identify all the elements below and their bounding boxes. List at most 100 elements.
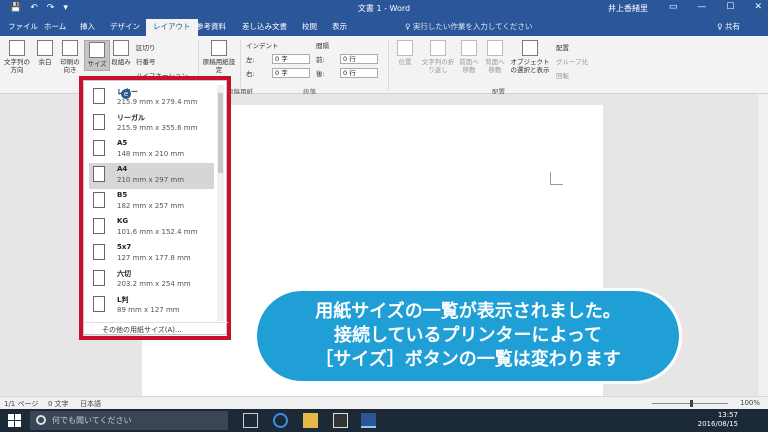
paper-size-item[interactable]: B5 182 mm x 257 mm bbox=[89, 189, 214, 215]
paper-size-item[interactable]: 六切 203.2 mm x 254 mm bbox=[89, 267, 214, 293]
vertical-scrollbar[interactable] bbox=[758, 94, 768, 396]
paper-size-item[interactable]: リーガル 215.9 mm x 355.6 mm bbox=[89, 111, 214, 137]
paper-size-dimensions: 101.6 mm x 152.4 mm bbox=[117, 228, 198, 236]
indent-label: インデント bbox=[246, 42, 279, 50]
edge-browser-icon[interactable] bbox=[273, 413, 288, 428]
ribbon-separator bbox=[240, 40, 241, 90]
paper-size-dimensions: 215.9 mm x 279.4 mm bbox=[117, 98, 198, 106]
columns-button[interactable]: 段組み bbox=[110, 40, 132, 66]
paper-size-item[interactable]: 5x7 127 mm x 177.8 mm bbox=[89, 241, 214, 267]
group-button[interactable]: グループ化 bbox=[556, 56, 588, 66]
paper-size-item[interactable]: KG 101.6 mm x 152.4 mm bbox=[89, 215, 214, 241]
word-app-icon[interactable] bbox=[361, 413, 376, 428]
tell-me-box[interactable]: ♀ 実行したい作業を入力してください bbox=[405, 21, 532, 32]
paper-icon bbox=[93, 244, 105, 260]
indent-right-field[interactable]: 0 字 bbox=[272, 68, 310, 78]
paper-size-dimensions: 182 mm x 257 mm bbox=[117, 202, 185, 210]
page-size-icon bbox=[89, 42, 105, 58]
tab-references[interactable]: 参考資料 bbox=[196, 21, 226, 32]
text-direction-button[interactable]: 文字列の方向 bbox=[3, 40, 31, 74]
paper-size-dimensions: 215.9 mm x 355.6 mm bbox=[117, 124, 198, 132]
tab-home[interactable]: ホーム bbox=[44, 21, 66, 32]
paper-icon bbox=[93, 192, 105, 208]
indent-right-label: 右: bbox=[246, 70, 255, 78]
callout-line-1: 用紙サイズの一覧が表示されました。 bbox=[315, 301, 621, 322]
cortana-icon bbox=[36, 415, 46, 425]
margins-button[interactable]: 余白 bbox=[34, 40, 56, 66]
tab-insert[interactable]: 挿入 bbox=[80, 21, 95, 32]
position-button[interactable]: 位置 bbox=[394, 40, 416, 66]
wrap-text-icon bbox=[430, 40, 446, 56]
selection-pane-button[interactable]: オブジェクトの選択と表示 bbox=[508, 40, 552, 74]
align-button[interactable]: 配置 bbox=[556, 42, 569, 52]
ribbon-display-options-icon[interactable]: ▭ bbox=[669, 2, 678, 12]
indent-left-field[interactable]: 0 字 bbox=[272, 54, 310, 64]
paper-size-name: 六切 bbox=[117, 270, 131, 278]
line-numbers-button[interactable]: 行番号 bbox=[136, 56, 156, 66]
space-before-field[interactable]: 0 行 bbox=[340, 54, 378, 64]
taskbar-search-box[interactable]: 何でも聞いてください bbox=[30, 411, 228, 430]
language-indicator[interactable]: 日本語 bbox=[80, 399, 101, 409]
system-clock[interactable]: 13:57 2016/08/15 bbox=[698, 411, 738, 429]
paper-size-dimensions: 148 mm x 210 mm bbox=[117, 150, 185, 158]
paper-icon bbox=[93, 296, 105, 312]
tab-mailings[interactable]: 差し込み文書 bbox=[242, 21, 287, 32]
tab-layout[interactable]: レイアウト bbox=[146, 19, 198, 36]
breaks-button[interactable]: 区切り bbox=[136, 42, 156, 52]
close-button[interactable]: ✕ bbox=[754, 2, 762, 12]
paper-icon bbox=[93, 270, 105, 286]
page-count[interactable]: 1/1 ページ bbox=[4, 399, 38, 409]
title-bar: 💾 ↶ ↷ ▾ 文書 1 - Word 井上香緒里 ▭ — ☐ ✕ bbox=[0, 0, 768, 17]
paper-icon bbox=[93, 140, 105, 156]
spacing-label: 間隔 bbox=[316, 42, 329, 50]
space-after-label: 後: bbox=[316, 70, 325, 78]
more-paper-sizes-link[interactable]: その他の用紙サイズ(A)... bbox=[84, 322, 228, 334]
paper-size-name: A5 bbox=[117, 139, 128, 147]
maximize-button[interactable]: ☐ bbox=[726, 2, 734, 12]
bring-forward-button[interactable]: 前面へ移動 bbox=[458, 40, 480, 74]
paper-size-dimensions: 210 mm x 297 mm bbox=[117, 176, 185, 184]
share-button[interactable]: ♀ 共有 bbox=[717, 21, 740, 32]
size-button[interactable]: サイズ bbox=[84, 40, 110, 71]
rotate-button[interactable]: 回転 bbox=[556, 70, 569, 80]
file-explorer-icon[interactable] bbox=[303, 413, 318, 428]
tab-design[interactable]: デザイン bbox=[110, 21, 140, 32]
paper-size-name: L判 bbox=[117, 296, 129, 304]
paper-size-name: A4 bbox=[117, 165, 128, 173]
windows-start-icon[interactable] bbox=[8, 414, 21, 427]
send-backward-button[interactable]: 背面へ移動 bbox=[484, 40, 506, 74]
paper-size-item[interactable]: レター215.9 mm x 279.4 mm bbox=[89, 85, 214, 111]
margin-corner-mark bbox=[550, 172, 563, 185]
bring-forward-icon bbox=[461, 40, 477, 56]
minimize-button[interactable]: — bbox=[697, 2, 706, 12]
paper-size-dimensions: 203.2 mm x 254 mm bbox=[117, 280, 191, 288]
paper-icon bbox=[93, 218, 105, 234]
store-icon[interactable] bbox=[333, 413, 348, 428]
zoom-slider-knob[interactable] bbox=[690, 400, 693, 407]
orientation-icon bbox=[62, 40, 78, 56]
manuscript-settings-button[interactable]: 原稿用紙設定 bbox=[202, 40, 236, 74]
columns-icon bbox=[113, 40, 129, 56]
windows-taskbar: 何でも聞いてください 13:57 2016/08/15 bbox=[0, 409, 768, 432]
dropdown-scroll-thumb[interactable] bbox=[218, 93, 223, 173]
tab-view[interactable]: 表示 bbox=[332, 21, 347, 32]
task-view-icon[interactable] bbox=[243, 413, 258, 428]
word-count[interactable]: 0 文字 bbox=[48, 399, 69, 409]
orientation-button[interactable]: 印刷の向き bbox=[58, 40, 82, 74]
callout-line-3: ［サイズ］ボタンの一覧は変わります bbox=[315, 349, 621, 370]
dropdown-scrollbar[interactable] bbox=[217, 85, 224, 321]
paper-size-item[interactable]: A4 210 mm x 297 mm bbox=[89, 163, 214, 189]
paper-size-name: 5x7 bbox=[117, 243, 132, 251]
tab-file[interactable]: ファイル bbox=[8, 21, 38, 32]
paper-size-name: B5 bbox=[117, 191, 128, 199]
paper-size-item[interactable]: L判 89 mm x 127 mm bbox=[89, 293, 214, 319]
wrap-text-button[interactable]: 文字列の折り返し bbox=[420, 40, 456, 74]
zoom-level[interactable]: 100% bbox=[740, 399, 760, 407]
user-name[interactable]: 井上香緒里 bbox=[608, 3, 648, 14]
paper-size-dimensions: 89 mm x 127 mm bbox=[117, 306, 180, 314]
text-direction-icon bbox=[9, 40, 25, 56]
paper-size-item[interactable]: A5 148 mm x 210 mm bbox=[89, 137, 214, 163]
position-icon bbox=[397, 40, 413, 56]
tab-review[interactable]: 校閲 bbox=[302, 21, 317, 32]
space-after-field[interactable]: 0 行 bbox=[340, 68, 378, 78]
